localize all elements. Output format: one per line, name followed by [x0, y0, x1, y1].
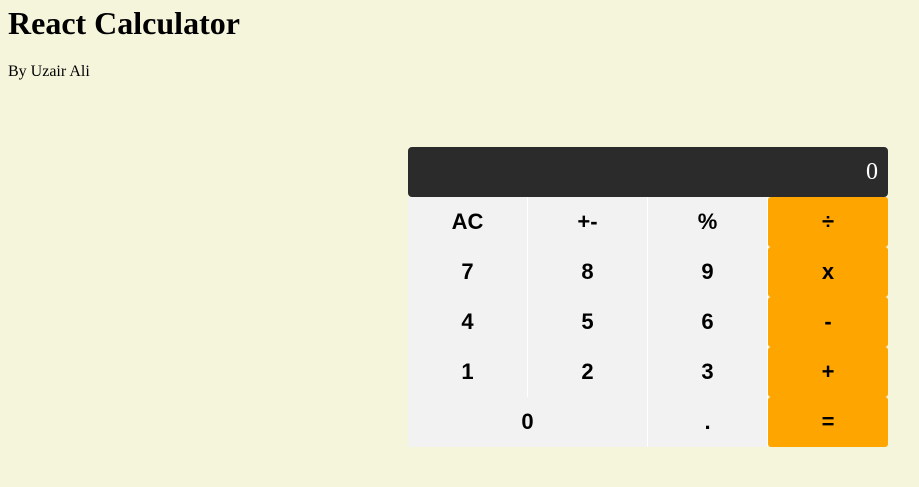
display-value: 0: [866, 158, 878, 185]
toggle-sign-button[interactable]: +-: [528, 197, 648, 247]
subtract-button[interactable]: -: [768, 297, 888, 347]
calculator: 0 AC +- % ÷ 7 8 9 x 4 5 6 - 1 2 3 + 0 . …: [408, 147, 888, 447]
percent-button[interactable]: %: [648, 197, 768, 247]
decimal-button[interactable]: .: [648, 397, 768, 447]
digit-2-button[interactable]: 2: [528, 347, 648, 397]
digit-7-button[interactable]: 7: [408, 247, 528, 297]
multiply-button[interactable]: x: [768, 247, 888, 297]
digit-1-button[interactable]: 1: [408, 347, 528, 397]
digit-3-button[interactable]: 3: [648, 347, 768, 397]
add-button[interactable]: +: [768, 347, 888, 397]
digit-0-button[interactable]: 0: [408, 397, 648, 447]
clear-button[interactable]: AC: [408, 197, 528, 247]
digit-5-button[interactable]: 5: [528, 297, 648, 347]
equals-button[interactable]: =: [768, 397, 888, 447]
digit-9-button[interactable]: 9: [648, 247, 768, 297]
divide-button[interactable]: ÷: [768, 197, 888, 247]
calculator-display: 0: [408, 147, 888, 197]
page-title: React Calculator: [8, 5, 240, 41]
keypad: AC +- % ÷ 7 8 9 x 4 5 6 - 1 2 3 + 0 . =: [408, 197, 888, 447]
digit-8-button[interactable]: 8: [528, 247, 648, 297]
digit-4-button[interactable]: 4: [408, 297, 528, 347]
digit-6-button[interactable]: 6: [648, 297, 768, 347]
author-byline: By Uzair Ali: [8, 63, 90, 80]
